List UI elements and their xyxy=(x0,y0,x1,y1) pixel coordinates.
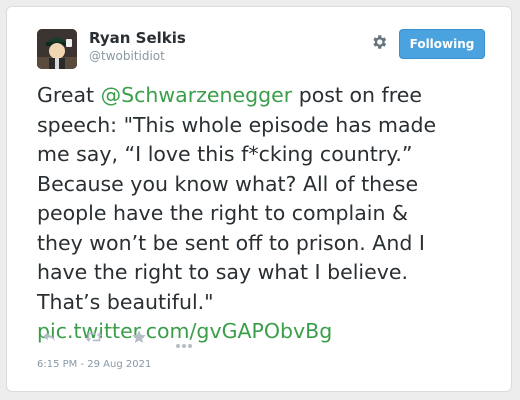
tweet-text-segment: post on free xyxy=(292,83,422,107)
author-avatar[interactable] xyxy=(37,29,77,69)
tweet-card: Ryan Selkis @twobitidiot Following Great… xyxy=(6,6,512,392)
tweet-timestamp[interactable]: 6:15 PM - 29 Aug 2021 xyxy=(37,359,151,370)
tweet-text-segment: Great xyxy=(37,83,101,107)
tweet-line: Great @Schwarzenegger post on free xyxy=(37,81,497,111)
avatar-cartoon-icon xyxy=(37,29,77,69)
gear-icon[interactable] xyxy=(370,33,388,51)
tweet-line: Because you know what? All of these xyxy=(37,171,419,196)
retweet-icon[interactable] xyxy=(85,329,103,349)
author-name[interactable]: Ryan Selkis xyxy=(89,29,186,47)
star-icon[interactable] xyxy=(131,329,147,349)
author-handle[interactable]: @twobitidiot xyxy=(89,49,165,63)
reply-icon[interactable] xyxy=(41,329,57,349)
more-icon[interactable] xyxy=(175,334,193,353)
tweet-line: have the right to say what I believe. xyxy=(37,260,408,284)
pic-link[interactable]: pic.twitter.com/gvGAPObvBg xyxy=(37,317,497,347)
tweet-line: me say, “I love this f*cking country.” xyxy=(37,142,413,166)
tweet-text: Great @Schwarzenegger post on free speec… xyxy=(37,81,497,347)
tweet-line: people have the right to complain & xyxy=(37,201,409,225)
tweet-line: That’s beautiful." xyxy=(37,289,214,314)
following-button[interactable]: Following xyxy=(399,29,485,59)
mention-link[interactable]: @Schwarzenegger xyxy=(101,83,293,107)
tweet-line: speech: "This whole episode has made xyxy=(37,112,437,137)
tweet-line: they won’t be sent off to prison. And I xyxy=(37,230,425,255)
